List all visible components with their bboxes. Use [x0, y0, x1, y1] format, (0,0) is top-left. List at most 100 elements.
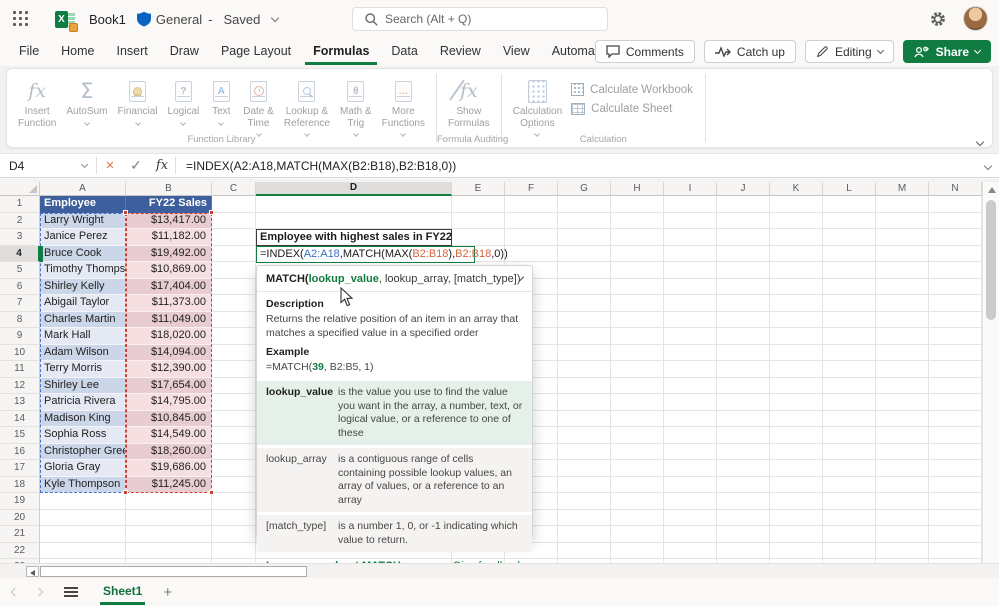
cell-h15[interactable]: [611, 427, 664, 444]
cell-l21[interactable]: [823, 526, 876, 543]
cell-j17[interactable]: [717, 460, 770, 477]
cell-e3[interactable]: [452, 229, 505, 246]
column-header-b[interactable]: B: [126, 182, 212, 196]
ribbon-date-time-button[interactable]: Date &Time: [238, 73, 279, 139]
cell-g3[interactable]: [558, 229, 611, 246]
cell-m19[interactable]: [876, 493, 929, 510]
cell-a9[interactable]: Mark Hall: [40, 328, 126, 345]
confirm-entry-icon[interactable]: ✓: [123, 157, 149, 174]
cell-k1[interactable]: [770, 196, 823, 213]
all-sheets-menu-icon[interactable]: [64, 587, 78, 597]
cell-n1[interactable]: [929, 196, 982, 213]
cell-l3[interactable]: [823, 229, 876, 246]
cell-i13[interactable]: [664, 394, 717, 411]
cell-l16[interactable]: [823, 444, 876, 461]
cell-n18[interactable]: [929, 477, 982, 494]
cell-k20[interactable]: [770, 510, 823, 527]
cell-k12[interactable]: [770, 378, 823, 395]
horizontal-scrollbar-thumb[interactable]: [40, 566, 307, 577]
cell-b8[interactable]: $11,049.00: [126, 312, 212, 329]
cell-g15[interactable]: [558, 427, 611, 444]
cell-b13[interactable]: $14,795.00: [126, 394, 212, 411]
cell-g14[interactable]: [558, 411, 611, 428]
comments-button[interactable]: Comments: [595, 40, 695, 63]
cell-c10[interactable]: [212, 345, 256, 362]
cell-i17[interactable]: [664, 460, 717, 477]
cell-m14[interactable]: [876, 411, 929, 428]
row-header-4[interactable]: 4: [0, 246, 40, 263]
cell-b4[interactable]: $19,492.00: [126, 246, 212, 263]
cell-m8[interactable]: [876, 312, 929, 329]
cell-g7[interactable]: [558, 295, 611, 312]
cell-b6[interactable]: $17,404.00: [126, 279, 212, 296]
tab-page-layout[interactable]: Page Layout: [213, 39, 299, 65]
cell-g21[interactable]: [558, 526, 611, 543]
cell-j21[interactable]: [717, 526, 770, 543]
cell-i14[interactable]: [664, 411, 717, 428]
ribbon-autosum-button[interactable]: ΣAutoSum: [61, 73, 112, 128]
cell-c8[interactable]: [212, 312, 256, 329]
search-input[interactable]: Search (Alt + Q): [352, 7, 608, 31]
vertical-scrollbar-thumb[interactable]: [986, 200, 996, 320]
cell-i9[interactable]: [664, 328, 717, 345]
cell-j14[interactable]: [717, 411, 770, 428]
row-header-3[interactable]: 3: [0, 229, 40, 246]
cell-c21[interactable]: [212, 526, 256, 543]
column-header-l[interactable]: L: [823, 182, 876, 196]
cell-c18[interactable]: [212, 477, 256, 494]
column-header-i[interactable]: I: [664, 182, 717, 196]
ribbon-show-formulas-button[interactable]: fxShowFormulas: [443, 73, 495, 132]
save-status[interactable]: Saved: [223, 12, 260, 27]
cell-l2[interactable]: [823, 213, 876, 230]
cell-f3[interactable]: [505, 229, 558, 246]
cell-d1[interactable]: [256, 196, 452, 213]
cell-m9[interactable]: [876, 328, 929, 345]
scroll-up-arrow-icon[interactable]: [988, 187, 996, 193]
cell-a20[interactable]: [40, 510, 126, 527]
cell-n16[interactable]: [929, 444, 982, 461]
cell-n22[interactable]: [929, 543, 982, 560]
cell-j4[interactable]: [717, 246, 770, 263]
app-launcher-icon[interactable]: [13, 11, 29, 27]
cell-l6[interactable]: [823, 279, 876, 296]
cell-j10[interactable]: [717, 345, 770, 362]
cell-j12[interactable]: [717, 378, 770, 395]
cell-l22[interactable]: [823, 543, 876, 560]
cell-h20[interactable]: [611, 510, 664, 527]
row-header-16[interactable]: 16: [0, 444, 40, 461]
cell-m3[interactable]: [876, 229, 929, 246]
cell-i11[interactable]: [664, 361, 717, 378]
scroll-left-arrow-icon[interactable]: [26, 566, 39, 577]
cell-c20[interactable]: [212, 510, 256, 527]
ribbon-text-button[interactable]: AText: [204, 73, 238, 128]
cell-i10[interactable]: [664, 345, 717, 362]
tab-formulas[interactable]: Formulas: [305, 39, 377, 65]
next-sheet-chevron-icon[interactable]: [35, 588, 43, 596]
share-button[interactable]: Share: [903, 40, 991, 63]
cell-c9[interactable]: [212, 328, 256, 345]
cell-g8[interactable]: [558, 312, 611, 329]
cell-g6[interactable]: [558, 279, 611, 296]
cell-a15[interactable]: Sophia Ross: [40, 427, 126, 444]
cell-g4[interactable]: [558, 246, 611, 263]
cell-j2[interactable]: [717, 213, 770, 230]
sensitivity-label[interactable]: General: [156, 12, 202, 27]
column-header-j[interactable]: J: [717, 182, 770, 196]
cell-c5[interactable]: [212, 262, 256, 279]
cell-b11[interactable]: $12,390.00: [126, 361, 212, 378]
cell-m17[interactable]: [876, 460, 929, 477]
cell-h6[interactable]: [611, 279, 664, 296]
cell-l14[interactable]: [823, 411, 876, 428]
cell-n6[interactable]: [929, 279, 982, 296]
cell-a6[interactable]: Shirley Kelly: [40, 279, 126, 296]
cell-a1[interactable]: Employee: [40, 196, 126, 213]
cell-a4[interactable]: Bruce Cook: [40, 246, 126, 263]
row-header-18[interactable]: 18: [0, 477, 40, 494]
column-header-n[interactable]: N: [929, 182, 982, 196]
cell-b1[interactable]: FY22 Sales: [126, 196, 212, 213]
workbook-title[interactable]: Book1: [89, 12, 126, 27]
cell-j3[interactable]: [717, 229, 770, 246]
row-header-9[interactable]: 9: [0, 328, 40, 345]
cell-d4-editor[interactable]: =INDEX(A2:A18,MATCH(MAX(B2:B18),B2:B18,0…: [256, 246, 475, 263]
cell-n15[interactable]: [929, 427, 982, 444]
